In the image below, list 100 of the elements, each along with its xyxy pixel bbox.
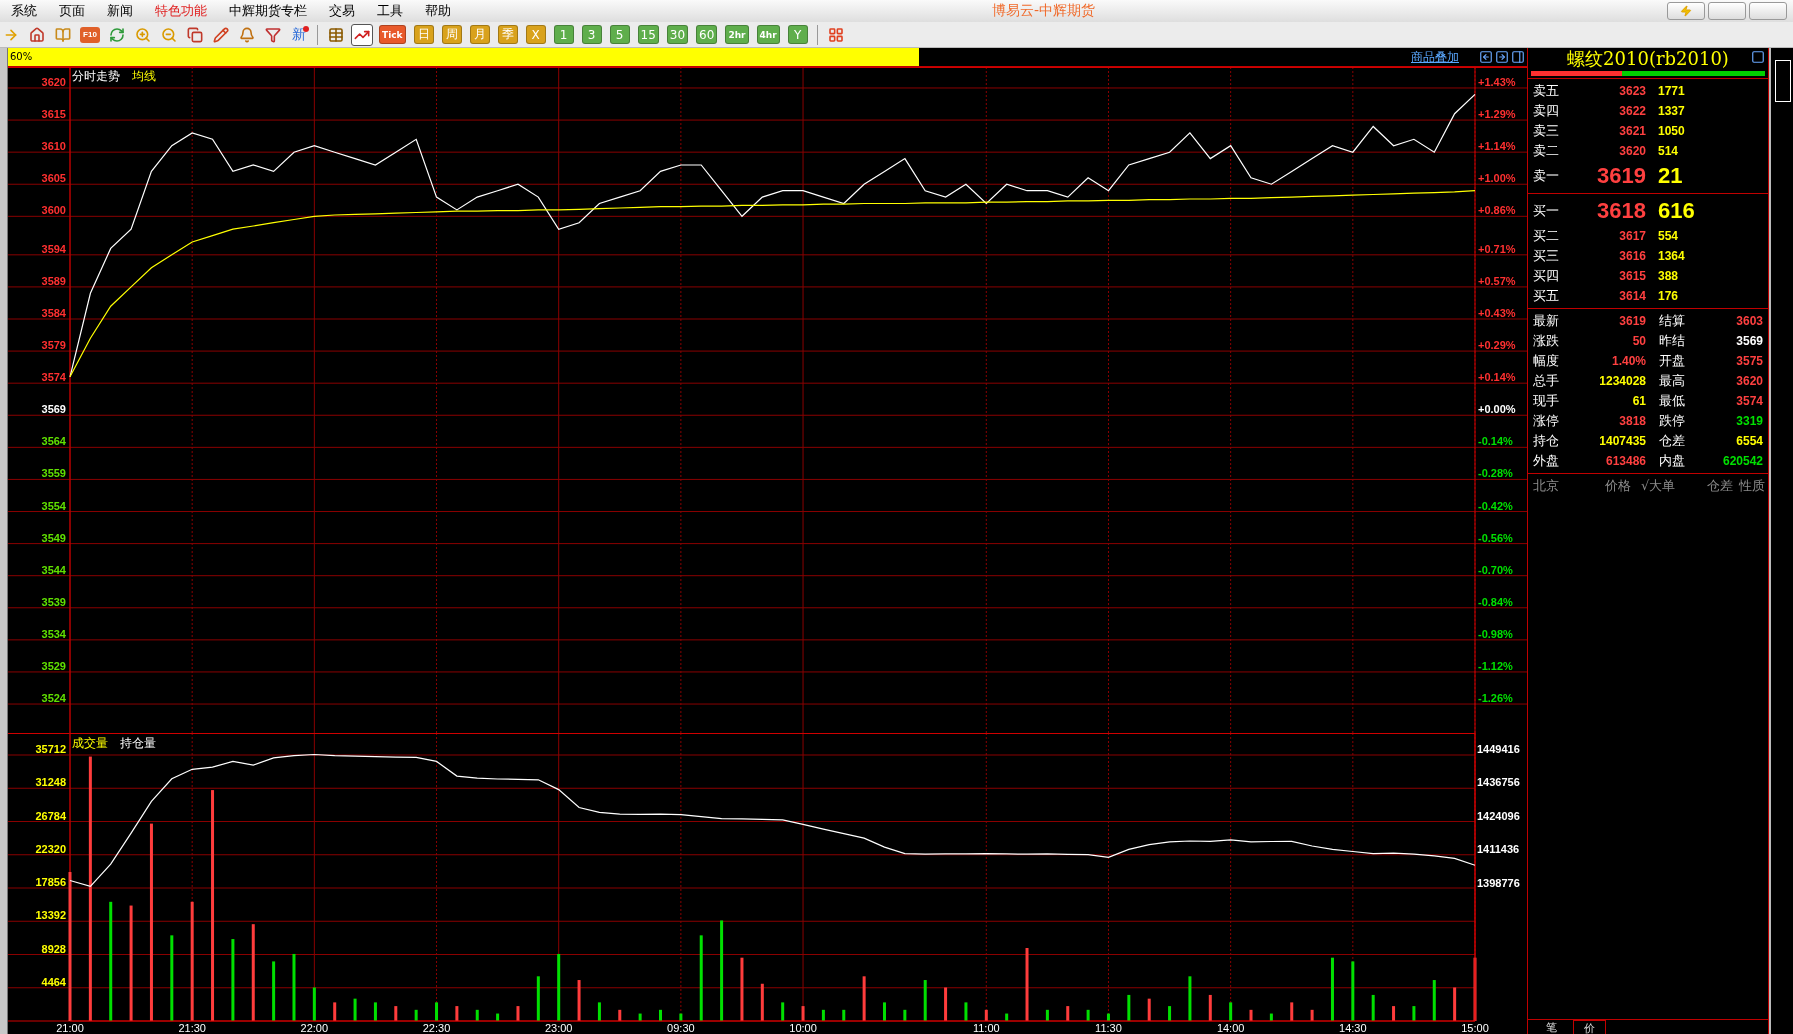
quote-label: 买三 (1533, 247, 1560, 265)
axis-label: 8928 (41, 942, 66, 955)
quote-label: 卖一 (1533, 167, 1560, 185)
quote-volume: 554 (1657, 229, 1680, 243)
axis-label: -0.28% (1478, 467, 1513, 480)
quote-volume: 176 (1657, 289, 1680, 303)
stat-value: 613486 (1604, 453, 1646, 470)
stat-value: 620542 (1721, 453, 1763, 470)
quote-label: 卖二 (1533, 142, 1560, 160)
axis-label: 3544 (41, 563, 66, 576)
quote-label: 买二 (1533, 227, 1560, 245)
stat-label: 仓差 (1658, 432, 1686, 450)
axis-label: 35712 (35, 743, 66, 755)
quote-price: 3623 (1618, 84, 1646, 98)
axis-label: -0.56% (1478, 531, 1513, 544)
axis-label: 22:30 (422, 1022, 451, 1034)
axis-label: 15:00 (1461, 1022, 1489, 1034)
axis-label: 1398776 (1477, 876, 1520, 889)
axis-label: 3620 (41, 75, 66, 88)
quote-price: 3615 (1618, 269, 1646, 283)
stat-value: 1407435 (1598, 433, 1646, 450)
axis-label: 3529 (41, 659, 66, 672)
quote-label: 卖三 (1533, 122, 1560, 140)
quote-volume: 1337 (1657, 104, 1686, 118)
axis-label: +1.14% (1478, 140, 1516, 153)
axis-label: 1449416 (1477, 743, 1520, 755)
stat-value: 61 (1631, 393, 1646, 410)
column-header: √大单 (1641, 477, 1677, 495)
axis-label: -0.84% (1478, 595, 1513, 608)
stat-value: 6554 (1735, 433, 1763, 450)
stat-label: 涨跌 (1533, 332, 1560, 350)
stat-value: 3574 (1735, 393, 1763, 410)
axis-label: -0.98% (1478, 627, 1513, 640)
axis-label: 09:30 (667, 1022, 695, 1034)
stat-label: 现手 (1533, 392, 1560, 410)
axis-label: +0.71% (1478, 242, 1516, 255)
stat-label: 跌停 (1658, 412, 1686, 430)
stat-label: 开盘 (1658, 352, 1686, 370)
axis-label: +0.86% (1478, 204, 1516, 217)
stat-value: 1234028 (1598, 373, 1646, 390)
axis-label: -1.26% (1478, 692, 1513, 704)
quote-label: 买五 (1533, 287, 1560, 305)
axis-label: +0.00% (1478, 403, 1516, 416)
axis-label: +0.57% (1478, 274, 1516, 287)
axis-label: 3589 (41, 274, 66, 287)
axis-label: +1.00% (1478, 172, 1516, 185)
stat-label: 涨停 (1533, 412, 1560, 430)
axis-label: 22:00 (300, 1022, 329, 1034)
axis-label: 3605 (41, 172, 66, 185)
axis-label: 3549 (41, 531, 66, 544)
stat-value: 3569 (1735, 333, 1763, 350)
axis-label: 13392 (35, 909, 66, 922)
instrument-title: 螺纹2010(rb2010) (1567, 47, 1729, 71)
axis-label: 3615 (41, 108, 66, 121)
quote-volume: 1050 (1657, 124, 1686, 138)
axis-label: 1411436 (1477, 843, 1520, 856)
axis-label: 3564 (41, 435, 66, 448)
stat-label: 最高 (1658, 372, 1686, 390)
axis-label: 3539 (41, 595, 66, 608)
quote-label: 卖四 (1533, 102, 1560, 120)
axis-label: 17856 (35, 876, 66, 888)
quote-label: 卖五 (1533, 82, 1560, 100)
stat-label: 内盘 (1658, 452, 1686, 470)
stat-label: 幅度 (1533, 352, 1560, 370)
legend-label: 分时走势 (72, 68, 120, 83)
stat-value: 50 (1631, 333, 1646, 350)
quote-price: 3619 (1596, 163, 1646, 189)
axis-label: 4464 (41, 975, 66, 988)
stat-label: 结算 (1658, 312, 1686, 330)
axis-label: 10:00 (789, 1022, 817, 1034)
axis-label: +1.43% (1478, 75, 1516, 88)
axis-label: 3579 (41, 339, 66, 352)
axis-label: +0.29% (1478, 339, 1516, 352)
axis-label: 3554 (41, 499, 66, 512)
quote-price: 3618 (1596, 198, 1646, 224)
quote-label: 买四 (1533, 267, 1560, 285)
progress-label: 60% (10, 51, 33, 62)
axis-label: 3524 (41, 692, 66, 704)
quote-volume: 21 (1657, 163, 1684, 189)
quote-price: 3617 (1618, 229, 1646, 243)
axis-label: 3600 (41, 204, 66, 217)
axis-label: 3534 (41, 627, 66, 640)
axis-label: -0.14% (1478, 435, 1513, 448)
quote-price: 3616 (1618, 249, 1646, 263)
axis-label: 21:30 (178, 1022, 206, 1034)
stat-value: 3620 (1735, 373, 1763, 390)
axis-label: 11:00 (972, 1022, 1000, 1034)
legend-label: 持仓量 (120, 736, 156, 750)
quote-label: 买一 (1533, 202, 1560, 220)
stat-value: 3319 (1735, 413, 1763, 430)
stat-value: 3619 (1618, 313, 1646, 330)
quote-volume: 1364 (1657, 249, 1686, 263)
axis-label: 1436756 (1477, 776, 1520, 789)
column-header: 北京 (1533, 477, 1560, 495)
axis-label: 22320 (35, 842, 66, 855)
axis-label: 1424096 (1477, 809, 1520, 822)
axis-label: +0.43% (1478, 306, 1516, 319)
axis-label: 3594 (41, 242, 66, 255)
legend-label: 成交量 (72, 736, 108, 750)
legend-label: 均线 (132, 68, 156, 83)
